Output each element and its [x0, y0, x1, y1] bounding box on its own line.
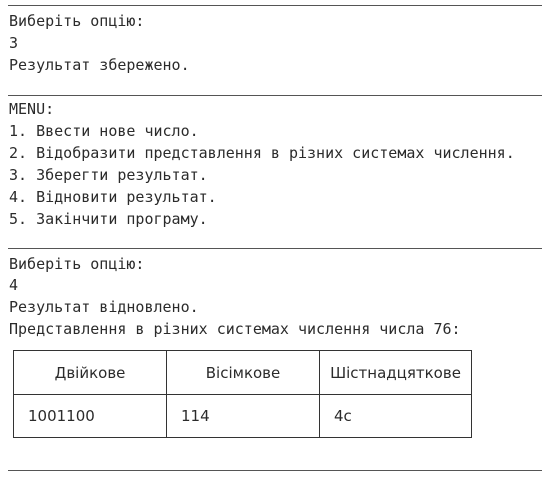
column-header-hex: Шістнадцяткове [319, 350, 472, 395]
status-message: Результат збережено. [9, 56, 190, 74]
binary-value: 1001100 [13, 394, 167, 438]
representation-caption: Представлення в різних системах числення… [9, 320, 461, 338]
separator-line [8, 5, 542, 6]
hex-value: 4c [319, 394, 472, 438]
octal-value: 114 [166, 394, 320, 438]
separator-line [8, 95, 542, 96]
console-output: Виберіть опцію: 3 Результат збережено. M… [0, 0, 560, 477]
status-message: Результат відновлено. [9, 298, 199, 316]
menu-title: MENU: [9, 100, 55, 118]
menu-item-exit: 5. Закінчити програму. [9, 210, 208, 228]
column-header-octal: Вісімкове [166, 350, 320, 395]
menu-item-show-representation: 2. Відобразити представлення в різних си… [9, 144, 515, 162]
menu-item-restore-result: 4. Відновити результат. [9, 188, 217, 206]
column-header-binary: Двійкове [13, 350, 167, 395]
menu-item-new-number: 1. Ввести нове число. [9, 122, 199, 140]
table-header-row: Двійкове Вісімкове Шістнадцяткове [13, 350, 472, 395]
option-prompt: Виберіть опцію: [9, 255, 145, 273]
number-systems-table: Двійкове Вісімкове Шістнадцяткове 100110… [13, 350, 472, 438]
separator-line [8, 248, 542, 249]
separator-line [8, 470, 542, 471]
user-input-value: 3 [9, 34, 19, 52]
option-prompt: Виберіть опцію: [9, 12, 145, 30]
user-input-value: 4 [9, 276, 19, 294]
menu-item-save-result: 3. Зберегти результат. [9, 166, 208, 184]
table-row: 1001100 114 4c [13, 394, 472, 438]
